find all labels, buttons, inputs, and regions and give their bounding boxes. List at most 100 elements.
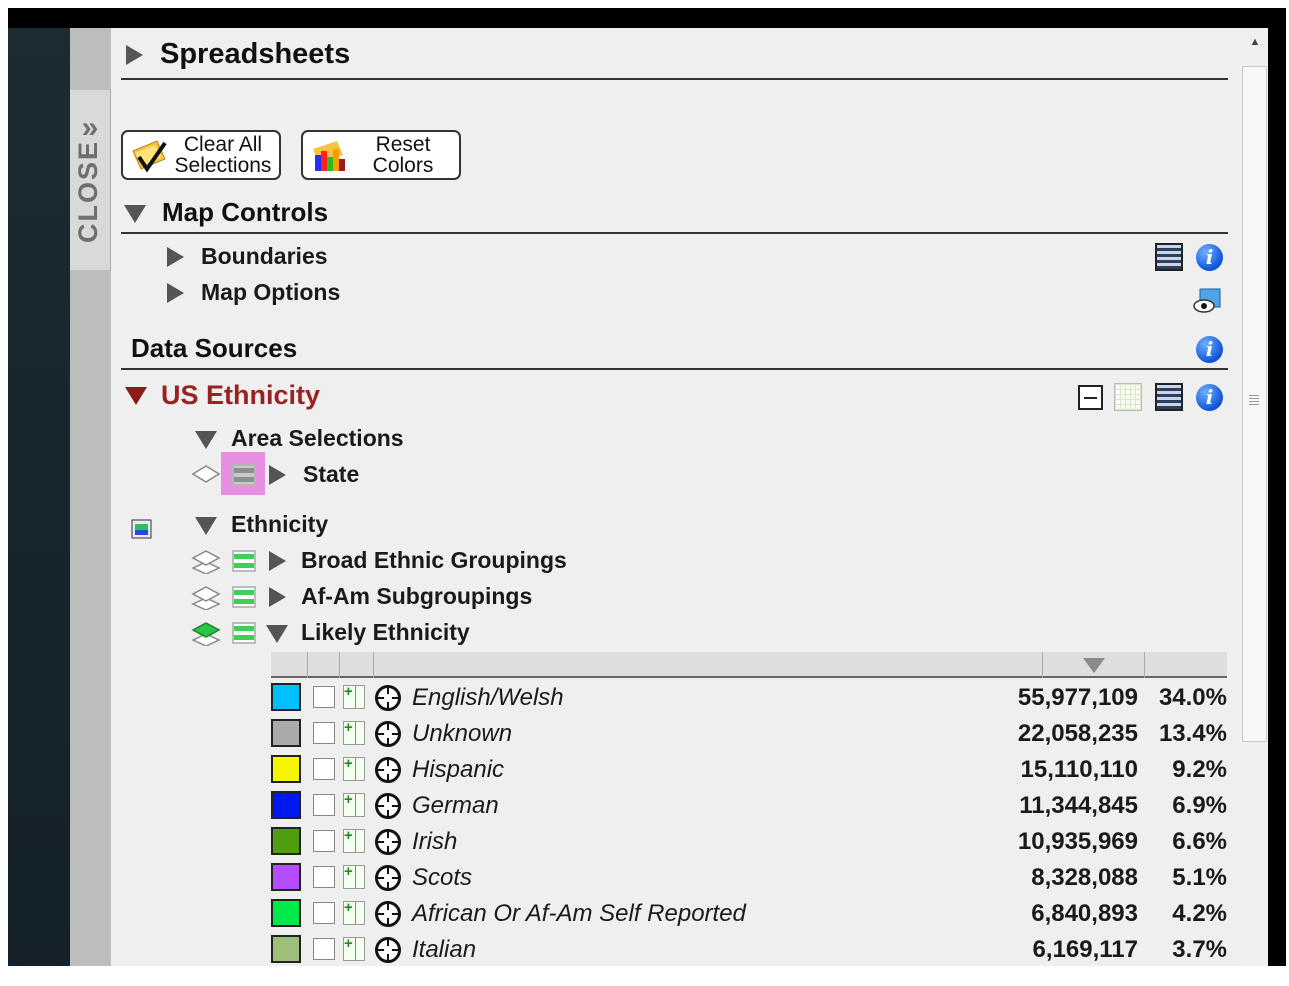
- table-icon[interactable]: [232, 550, 256, 572]
- select-checkbox[interactable]: [313, 866, 335, 888]
- select-checkbox[interactable]: [313, 794, 335, 816]
- target-icon[interactable]: [375, 901, 401, 927]
- info-icon[interactable]: i: [1196, 244, 1223, 271]
- ethnicity-label[interactable]: Ethnicity: [231, 511, 328, 538]
- add-column-icon[interactable]: +: [343, 899, 365, 925]
- af-am-expand-toggle[interactable]: [269, 587, 286, 612]
- likely-ethnicity-collapse-toggle[interactable]: [266, 625, 288, 648]
- ethnicity-name[interactable]: Italian: [412, 936, 476, 964]
- target-icon[interactable]: [375, 721, 401, 747]
- ethnicity-name[interactable]: Irish: [412, 828, 457, 856]
- film-icon[interactable]: [1155, 383, 1183, 411]
- layer-icon[interactable]: [191, 462, 221, 488]
- target-icon[interactable]: [375, 685, 401, 711]
- target-icon[interactable]: [375, 829, 401, 855]
- reset-label-line1: Reset: [375, 133, 431, 156]
- clear-selections-icon: [132, 140, 167, 173]
- broad-ethnic-groupings-item[interactable]: Broad Ethnic Groupings: [301, 547, 567, 574]
- select-checkbox[interactable]: [313, 902, 335, 924]
- color-swatch[interactable]: [271, 755, 301, 783]
- add-column-icon[interactable]: +: [343, 755, 365, 781]
- expand-arrow-icon: [167, 283, 184, 303]
- ethnicity-name[interactable]: German: [412, 792, 499, 820]
- color-swatch[interactable]: [271, 791, 301, 819]
- map-controls-collapse-toggle[interactable]: [124, 205, 146, 228]
- spreadsheets-title[interactable]: Spreadsheets: [160, 38, 350, 71]
- reset-colors-button[interactable]: Reset Colors: [301, 130, 461, 180]
- layer-icon[interactable]: [191, 584, 221, 610]
- target-icon[interactable]: [375, 793, 401, 819]
- state-expand-toggle[interactable]: [269, 465, 286, 490]
- table-icon[interactable]: [232, 622, 256, 644]
- collapse-arrow-icon: [125, 387, 147, 405]
- color-swatch[interactable]: [271, 899, 301, 927]
- collapse-arrow-icon: [266, 625, 288, 643]
- color-swatch[interactable]: [271, 863, 301, 891]
- collapse-arrow-icon: [195, 431, 217, 449]
- color-swatch[interactable]: [271, 719, 301, 747]
- select-checkbox[interactable]: [313, 830, 335, 852]
- ethnicity-percent: 9.2%: [1172, 756, 1227, 783]
- select-checkbox[interactable]: [313, 686, 335, 708]
- column-divider: [1144, 652, 1145, 678]
- info-icon[interactable]: i: [1196, 336, 1223, 363]
- clear-all-selections-button[interactable]: Clear All Selections: [121, 130, 281, 180]
- ethnicity-name[interactable]: African Or Af-Am Self Reported: [412, 900, 746, 928]
- color-swatch[interactable]: [271, 827, 301, 855]
- legend-eye-icon[interactable]: [1192, 287, 1222, 315]
- add-column-icon[interactable]: +: [343, 719, 365, 745]
- table-icon[interactable]: [232, 464, 256, 486]
- map-options-item[interactable]: Map Options: [201, 279, 340, 306]
- target-icon[interactable]: [375, 865, 401, 891]
- layer-icon[interactable]: [191, 548, 221, 574]
- layer-icon-active[interactable]: [191, 620, 221, 646]
- state-item[interactable]: State: [303, 461, 359, 488]
- film-icon[interactable]: [1155, 243, 1183, 271]
- target-icon[interactable]: [375, 937, 401, 963]
- scroll-up-arrow[interactable]: ▲: [1245, 36, 1265, 56]
- select-checkbox[interactable]: [313, 938, 335, 960]
- area-selections-label[interactable]: Area Selections: [231, 425, 404, 452]
- boundaries-expand-toggle[interactable]: [167, 247, 184, 272]
- legend-icon[interactable]: [131, 519, 152, 539]
- likely-ethnicity-item[interactable]: Likely Ethnicity: [301, 619, 470, 646]
- af-am-subgroupings-item[interactable]: Af-Am Subgroupings: [301, 583, 532, 610]
- add-column-icon[interactable]: +: [343, 827, 365, 853]
- ethnicity-name[interactable]: Unknown: [412, 720, 512, 748]
- add-column-icon[interactable]: +: [343, 791, 365, 817]
- color-swatch[interactable]: [271, 935, 301, 963]
- area-selections-collapse-toggle[interactable]: [195, 431, 217, 454]
- ethnicity-name[interactable]: Scots: [412, 864, 472, 892]
- data-sources-title: Data Sources: [131, 333, 298, 363]
- us-ethnicity-collapse-toggle[interactable]: [125, 387, 147, 410]
- grid-icon[interactable]: [1114, 383, 1142, 411]
- table-icon[interactable]: [232, 586, 256, 608]
- sort-desc-icon[interactable]: [1083, 658, 1105, 673]
- add-column-icon[interactable]: +: [343, 863, 365, 889]
- select-checkbox[interactable]: [313, 758, 335, 780]
- broad-ethnic-expand-toggle[interactable]: [269, 551, 286, 576]
- boundaries-item[interactable]: Boundaries: [201, 243, 328, 270]
- close-label: CLOSE: [73, 139, 103, 243]
- color-swatch[interactable]: [271, 683, 301, 711]
- target-icon[interactable]: [375, 757, 401, 783]
- expand-arrow-icon: [167, 247, 184, 267]
- select-checkbox[interactable]: [313, 722, 335, 744]
- expand-arrow-icon: [269, 465, 286, 485]
- divider: [121, 368, 1228, 370]
- add-column-icon[interactable]: +: [343, 935, 365, 961]
- ethnicity-name[interactable]: English/Welsh: [412, 684, 564, 712]
- us-ethnicity-title[interactable]: US Ethnicity: [161, 380, 320, 411]
- reset-label-line2: Colors: [372, 154, 434, 177]
- map-options-expand-toggle[interactable]: [167, 283, 184, 308]
- collapse-icon[interactable]: [1078, 385, 1103, 410]
- spreadsheets-expand-toggle[interactable]: [126, 45, 143, 70]
- map-background[interactable]: [8, 28, 70, 966]
- ethnicity-count: 6,840,893: [1031, 900, 1138, 927]
- info-icon[interactable]: i: [1196, 384, 1223, 411]
- ethnicity-collapse-toggle[interactable]: [195, 517, 217, 540]
- clear-all-label-line1: Clear All: [183, 133, 263, 156]
- add-column-icon[interactable]: +: [343, 683, 365, 709]
- ethnicity-name[interactable]: Hispanic: [412, 756, 504, 784]
- map-controls-title[interactable]: Map Controls: [162, 197, 328, 228]
